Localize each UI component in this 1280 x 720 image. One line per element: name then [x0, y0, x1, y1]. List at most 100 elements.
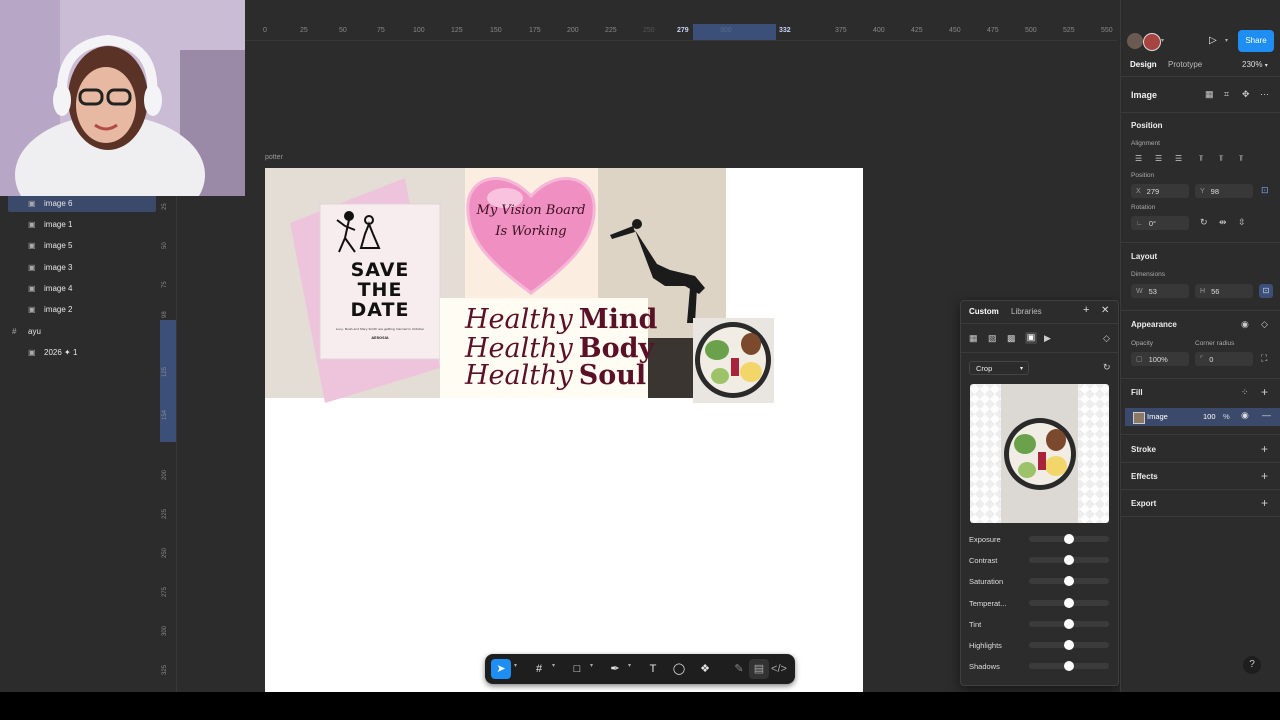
ruler-tick: 75: [162, 281, 168, 288]
layer-item[interactable]: ▣ image 6: [8, 194, 156, 212]
opacity-input[interactable]: ▢ 100%: [1131, 352, 1189, 366]
styles-icon[interactable]: ⁘: [1241, 387, 1249, 398]
chevron-down-icon[interactable]: ▾: [1225, 37, 1228, 44]
align-bottom-icon[interactable]: ⫪: [1239, 154, 1244, 164]
image-icon: ▣: [28, 347, 36, 357]
align-center-h-icon[interactable]: ☰: [1155, 154, 1162, 163]
image-fill-icon[interactable]: ▣: [1025, 332, 1037, 344]
eye-icon[interactable]: ◉: [1241, 410, 1249, 421]
fill-row[interactable]: Image 100 % ◉ —: [1125, 408, 1280, 426]
width-input[interactable]: W 53: [1131, 284, 1189, 298]
rotate-icon[interactable]: ↻: [1103, 362, 1111, 373]
layer-item[interactable]: ▣ 2026 ✦ 1: [8, 343, 156, 361]
height-input[interactable]: H 56: [1195, 284, 1253, 298]
chevron-down-icon[interactable]: ▾: [628, 662, 631, 669]
slider-knob[interactable]: [1064, 640, 1074, 650]
layer-item[interactable]: ▣ image 4: [8, 279, 156, 297]
play-icon[interactable]: ▷: [1209, 35, 1217, 46]
grid-icon[interactable]: ▦: [1205, 89, 1214, 100]
rectangle-tool-icon[interactable]: □: [567, 659, 587, 679]
alignment-label: Alignment: [1131, 140, 1160, 147]
add-fill-icon[interactable]: +: [1261, 385, 1268, 399]
flip-horizontal-icon[interactable]: ⇹: [1219, 217, 1227, 228]
close-icon[interactable]: ✕: [1101, 305, 1109, 316]
fill-mode-select[interactable]: Crop ▾: [969, 361, 1029, 375]
dev-mode-icon[interactable]: </>: [769, 659, 789, 679]
slider-knob[interactable]: [1064, 576, 1074, 586]
align-left-icon[interactable]: ☰: [1135, 154, 1142, 163]
chevron-down-icon[interactable]: ▾: [1161, 37, 1164, 44]
text-tool-icon[interactable]: T: [643, 659, 663, 679]
frame-tool-icon[interactable]: #: [529, 659, 549, 679]
move-tool-icon[interactable]: ➤: [491, 659, 511, 679]
frame-label[interactable]: potter: [265, 154, 283, 161]
zoom-select[interactable]: 230% ▾: [1242, 60, 1268, 69]
eye-icon[interactable]: ◉: [1241, 319, 1249, 330]
comment-tool-icon[interactable]: ◯: [669, 659, 689, 679]
help-icon[interactable]: ?: [1243, 656, 1261, 674]
actions-icon[interactable]: ❖: [695, 659, 715, 679]
tab-custom[interactable]: Custom: [969, 307, 999, 316]
component-icon[interactable]: ✥: [1242, 89, 1250, 100]
slider-knob[interactable]: [1064, 619, 1074, 629]
remove-fill-icon[interactable]: —: [1262, 410, 1271, 420]
layer-group-ayu[interactable]: # ayu: [8, 322, 156, 340]
avatar[interactable]: [1143, 33, 1161, 51]
image-preview[interactable]: [970, 384, 1109, 523]
rotate-90-icon[interactable]: ↻: [1200, 217, 1208, 228]
tab-design[interactable]: Design: [1130, 60, 1157, 69]
layer-item[interactable]: ▣ image 2: [8, 300, 156, 318]
design-mode-icon[interactable]: ▤: [749, 659, 769, 679]
image-fill-swatch[interactable]: [1133, 412, 1145, 424]
plus-icon[interactable]: +: [1083, 304, 1089, 316]
adj-label: Shadows: [969, 662, 1000, 671]
drop-icon[interactable]: ◇: [1103, 333, 1110, 344]
slider-knob[interactable]: [1064, 534, 1074, 544]
solid-fill-icon[interactable]: ▦: [969, 333, 978, 344]
align-top-icon[interactable]: ⫪: [1199, 154, 1204, 164]
rotation-input[interactable]: ∟ 0°: [1131, 216, 1189, 230]
add-stroke-icon[interactable]: +: [1261, 442, 1268, 456]
constrain-proportions-icon[interactable]: ⊡: [1259, 284, 1273, 298]
blend-icon[interactable]: ◇: [1261, 319, 1268, 330]
layer-item[interactable]: ▣ image 1: [8, 215, 156, 233]
more-icon[interactable]: ⋯: [1260, 89, 1269, 100]
linear-gradient-icon[interactable]: ▧: [988, 333, 997, 344]
flip-vertical-icon[interactable]: ⇳: [1238, 217, 1246, 228]
add-export-icon[interactable]: +: [1261, 496, 1268, 510]
tab-libraries[interactable]: Libraries: [1011, 307, 1042, 316]
pen-tool-icon[interactable]: ✒: [605, 659, 625, 679]
layer-item[interactable]: ▣ image 3: [8, 258, 156, 276]
chevron-down-icon[interactable]: ▾: [552, 662, 555, 669]
x-input[interactable]: X 279: [1131, 184, 1189, 198]
y-input[interactable]: Y 98: [1195, 184, 1253, 198]
video-fill-icon[interactable]: ▶: [1044, 333, 1051, 344]
align-middle-v-icon[interactable]: ⫪: [1219, 154, 1224, 164]
canvas-frame[interactable]: SAVE THE DATE Lucy, Noah and Mary Smith …: [265, 168, 863, 692]
slider-knob[interactable]: [1064, 661, 1074, 671]
add-effect-icon[interactable]: +: [1261, 469, 1268, 483]
chevron-down-icon[interactable]: ▾: [590, 662, 593, 669]
independent-corners-icon[interactable]: ⛶: [1261, 353, 1267, 364]
crop-icon[interactable]: ⌗: [1224, 89, 1229, 100]
chevron-down-icon[interactable]: ▾: [514, 662, 517, 669]
webcam-person-image: [0, 0, 245, 196]
image-icon: ▣: [28, 262, 36, 272]
draw-mode-icon[interactable]: ✎: [729, 659, 749, 679]
radial-gradient-icon[interactable]: ▩: [1007, 333, 1016, 344]
date-text: DATE: [351, 299, 410, 321]
ruler-tick: 425: [911, 27, 923, 34]
tab-prototype[interactable]: Prototype: [1168, 60, 1202, 69]
avatar[interactable]: [1127, 33, 1143, 49]
w-value: 53: [1148, 286, 1157, 296]
ruler-tick: 300: [720, 27, 732, 34]
corner-radius-input[interactable]: ⌜ 0: [1195, 352, 1253, 366]
slider-knob[interactable]: [1064, 555, 1074, 565]
share-button[interactable]: Share: [1238, 30, 1274, 52]
align-right-icon[interactable]: ☰: [1175, 154, 1182, 163]
ruler-tick: 279: [677, 27, 689, 34]
slider-knob[interactable]: [1064, 598, 1074, 608]
fill-opacity[interactable]: 100: [1203, 412, 1216, 421]
constraints-icon[interactable]: ⊡: [1261, 185, 1269, 196]
layer-item[interactable]: ▣ image 5: [8, 236, 156, 254]
